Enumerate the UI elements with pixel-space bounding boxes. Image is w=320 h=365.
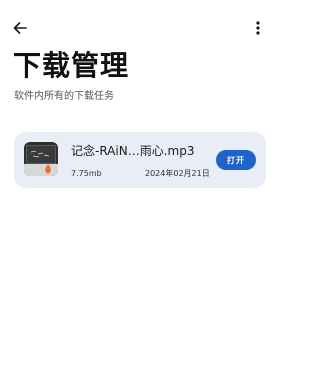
file-size: 7.75mb xyxy=(71,169,102,178)
open-button[interactable]: 打开 xyxy=(216,150,256,170)
top-bar xyxy=(0,0,278,52)
page-title: 下载管理 xyxy=(13,49,130,82)
page-subtitle: 软件内所有的下载任务 xyxy=(14,91,114,102)
download-item[interactable]: 记念-RAiN…雨心.mp3 7.75mb 2024年02月21日 打开 xyxy=(14,132,266,188)
more-vertical-icon xyxy=(256,21,260,35)
arrow-left-icon xyxy=(13,22,27,34)
file-name: 记念-RAiN…雨心.mp3 xyxy=(71,144,195,158)
back-button[interactable] xyxy=(8,16,32,40)
audio-file-thumbnail xyxy=(24,142,58,176)
file-date: 2024年02月21日 xyxy=(145,169,210,178)
more-options-button[interactable] xyxy=(246,16,270,40)
